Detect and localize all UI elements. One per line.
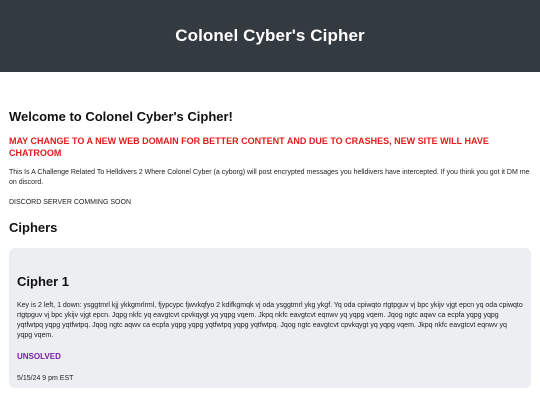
cipher-date: 5/15/24 9 pm EST <box>17 375 74 382</box>
site-header: Colonel Cyber's Cipher <box>0 0 540 72</box>
welcome-heading: Welcome to Colonel Cyber's Cipher! <box>9 109 233 124</box>
discord-notice: DISCORD SERVER COMMING SOON <box>9 199 131 206</box>
main-content: Welcome to Colonel Cyber's Cipher! MAY C… <box>0 109 540 388</box>
domain-change-alert: MAY CHANGE TO A NEW WEB DOMAIN FOR BETTE… <box>9 136 489 158</box>
cipher-status: UNSOLVED <box>17 352 61 361</box>
cipher-card: Cipher 1 Key is 2 left, 1 down: ysggtmrl… <box>9 248 531 388</box>
intro-text: This Is A Challenge Related To Helldiver… <box>9 169 530 186</box>
cipher-text: Key is 2 left, 1 down: ysggtmrl kjj ykkg… <box>17 302 523 339</box>
site-title: Colonel Cyber's Cipher <box>175 26 365 45</box>
cipher-title: Cipher 1 <box>17 274 70 289</box>
ciphers-heading: Ciphers <box>9 220 58 235</box>
